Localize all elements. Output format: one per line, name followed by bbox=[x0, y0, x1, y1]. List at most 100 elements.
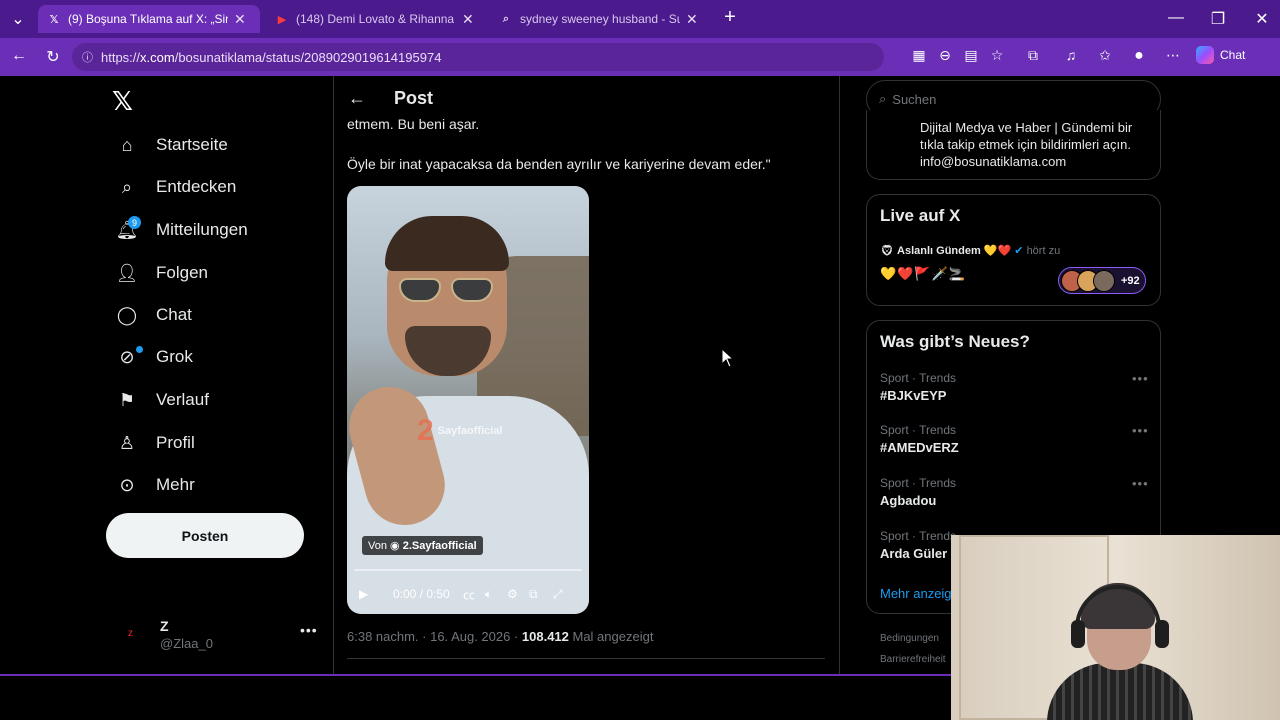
nav-label: Chat bbox=[156, 305, 192, 324]
play-icon[interactable]: ▶ bbox=[359, 587, 379, 601]
footer-link[interactable]: Bedingungen bbox=[880, 633, 939, 644]
watermark-text: Sayfaofficial bbox=[437, 425, 503, 437]
profile-bio: Dijital Medya ve Haber | Gündemi bir tık… bbox=[920, 120, 1133, 169]
listener-avatars[interactable]: +92 bbox=[1058, 267, 1146, 294]
tab-title: (148) Demi Lovato & Rihanna - St bbox=[296, 12, 456, 26]
apps-icon[interactable]: ▦ bbox=[908, 47, 930, 64]
close-tab-icon[interactable]: ✕ bbox=[462, 11, 474, 28]
back-icon[interactable]: ← bbox=[8, 47, 30, 65]
listener-count: +92 bbox=[1121, 274, 1140, 287]
video-controls: ▶ 0:00 / 0:50 ㏄ 🔈︎ ⚙ ⧉ ⤢ bbox=[347, 582, 589, 606]
headset-icon bbox=[1071, 620, 1085, 648]
trend-item[interactable]: Sport · Trends #AMEDvERZ ••• bbox=[880, 423, 1150, 455]
pip-icon[interactable]: ⧉ bbox=[529, 587, 553, 602]
close-tab-icon[interactable]: ✕ bbox=[686, 11, 698, 28]
listening-label: hört zu bbox=[1026, 245, 1061, 257]
trend-item[interactable]: Sport · Trends #BJKvEYP ••• bbox=[880, 371, 1150, 403]
nav-item-more[interactable]: ⊙ Mehr bbox=[116, 470, 194, 500]
nav-label: Folgen bbox=[156, 263, 208, 282]
back-arrow-icon[interactable]: ← bbox=[348, 88, 366, 109]
verified-icon: ✔ bbox=[1014, 245, 1024, 257]
close-window-icon[interactable]: ✕ bbox=[1252, 9, 1272, 29]
reload-icon[interactable]: ↻ bbox=[42, 47, 64, 67]
host-avatar-icon: 🦁︎ bbox=[880, 245, 894, 257]
trend-more-icon[interactable]: ••• bbox=[1132, 371, 1149, 386]
source-name: 2.Sayfaofficial bbox=[402, 540, 477, 552]
live-emojis: 💛❤️🚩🗡️🚬 bbox=[880, 266, 966, 281]
address-bar-row: ← ↻ ⓘ https://x.com/bosunatiklama/status… bbox=[0, 38, 1280, 76]
nav-item-follow[interactable]: 👤︎ Folgen bbox=[116, 258, 208, 288]
video-watermark: 2 Sayfaofficial bbox=[417, 414, 503, 448]
restore-icon[interactable]: ❐ bbox=[1208, 9, 1228, 29]
nav-item-grok[interactable]: ⊘ Grok bbox=[116, 342, 193, 372]
browser-tab-bar: ⌄ 𝕏 (9) Boşuna Tıklama auf X: „Sinan A ✕… bbox=[0, 0, 1280, 38]
account-handle: @Zlaa_0 bbox=[160, 636, 213, 651]
bookmark-icon: ⚑ bbox=[118, 389, 136, 410]
search-icon: ⌕ bbox=[121, 176, 133, 197]
settings-icon[interactable]: ⚙ bbox=[507, 587, 529, 601]
trend-name: Agbadou bbox=[880, 493, 937, 508]
zoom-icon[interactable]: ⊖ bbox=[934, 47, 956, 64]
account-name: Z bbox=[160, 618, 169, 634]
site-info-icon[interactable]: ⓘ bbox=[82, 49, 93, 65]
nav-item-profile[interactable]: ♙ Profil bbox=[116, 428, 195, 458]
trend-more-icon[interactable]: ••• bbox=[1132, 476, 1149, 491]
close-tab-icon[interactable]: ✕ bbox=[234, 11, 246, 28]
reader-icon[interactable]: ▤ bbox=[960, 47, 982, 64]
post-button[interactable]: Posten bbox=[106, 513, 304, 558]
profile-avatar-icon[interactable]: ● bbox=[1128, 47, 1150, 65]
new-tab-icon[interactable]: + bbox=[720, 6, 740, 29]
grok-icon: ⊘ bbox=[119, 346, 135, 367]
nav-label: Verlauf bbox=[156, 390, 209, 409]
nav-label: Profil bbox=[156, 433, 195, 452]
post-meta: 6:38 nachm. · 16. Aug. 2026 · 108.412 Ma… bbox=[347, 629, 653, 644]
video-source-label[interactable]: Von ◉ 2.Sayfaofficial bbox=[362, 536, 483, 555]
url-field[interactable]: ⓘ https://x.com/bosunatiklama/status/208… bbox=[72, 43, 884, 71]
fullscreen-icon[interactable]: ⤢ bbox=[553, 587, 573, 602]
tab-youtube[interactable]: ▶ (148) Demi Lovato & Rihanna - St ✕ bbox=[266, 5, 488, 33]
trend-category: Sport · Trends bbox=[880, 371, 957, 385]
volume-icon[interactable]: 🔈︎ bbox=[485, 587, 507, 602]
post-timestamp[interactable]: 6:38 nachm. · 16. Aug. 2026 · bbox=[347, 629, 522, 644]
search-placeholder: Suchen bbox=[892, 91, 937, 107]
nav-item-chat[interactable]: ◯ Chat bbox=[116, 300, 192, 330]
video-player[interactable]: 2 Sayfaofficial Von ◉ 2.Sayfaofficial ▶ … bbox=[347, 186, 589, 614]
account-more-icon[interactable]: ••• bbox=[300, 622, 318, 638]
trend-item[interactable]: Sport · Trends Agbadou ••• bbox=[880, 476, 1150, 508]
footer-link[interactable]: Barrierefreiheit bbox=[880, 654, 946, 665]
performance-icon[interactable]: ♫ bbox=[1060, 47, 1082, 63]
search-icon: ⌕ bbox=[879, 91, 887, 106]
grok-indicator-dot bbox=[136, 346, 143, 353]
video-progress-bar[interactable] bbox=[354, 569, 582, 571]
tab-title: (9) Boşuna Tıklama auf X: „Sinan A bbox=[68, 12, 228, 26]
x-logo-icon[interactable]: 𝕏 bbox=[112, 86, 133, 117]
copilot-chat-button[interactable]: Chat bbox=[1196, 46, 1245, 64]
extensions-icon[interactable]: ⧉ bbox=[1022, 47, 1044, 64]
captions-icon[interactable]: ㏄ bbox=[463, 586, 485, 603]
view-label: Mal angezeigt bbox=[568, 629, 654, 644]
trend-category: Sport · Trends bbox=[880, 476, 957, 490]
chat-icon: ◯ bbox=[116, 304, 138, 325]
avatar bbox=[1093, 269, 1115, 292]
nav-label: Mitteilungen bbox=[156, 220, 248, 239]
video-time: 0:00 / 0:50 bbox=[393, 587, 450, 601]
url-path: /bosunatiklama/status/208902901961419597… bbox=[174, 49, 442, 65]
favorite-star-icon[interactable]: ☆ bbox=[986, 47, 1008, 64]
menu-icon[interactable]: ⋯ bbox=[1162, 47, 1184, 64]
live-host-line[interactable]: 🦁︎ Aslanlı Gündem 💛❤️ ✔ hört zu bbox=[880, 244, 1060, 257]
show-more-link[interactable]: Mehr anzeig bbox=[880, 586, 952, 601]
trend-more-icon[interactable]: ••• bbox=[1132, 423, 1149, 438]
tab-x-post[interactable]: 𝕏 (9) Boşuna Tıklama auf X: „Sinan A ✕ bbox=[38, 5, 260, 33]
favorites-icon[interactable]: ✩ bbox=[1094, 47, 1116, 64]
tab-list-chevron-icon[interactable]: ⌄ bbox=[8, 9, 28, 29]
nav-item-bookmarks[interactable]: ⚑ Verlauf bbox=[116, 385, 209, 415]
nav-item-home[interactable]: ⌂ Startseite bbox=[116, 130, 228, 160]
post-text-line: etmem. Bu beni aşar. bbox=[347, 116, 480, 132]
minimize-icon[interactable]: — bbox=[1166, 9, 1186, 27]
tab-search[interactable]: ⌕ sydney sweeney husband - Suche ✕ bbox=[490, 5, 712, 33]
live-host-name: Aslanlı Gündem 💛❤️ bbox=[897, 245, 1012, 257]
profile-icon: ♙ bbox=[118, 432, 136, 453]
view-count: 108.412 bbox=[521, 629, 569, 644]
nav-item-explore[interactable]: ⌕ Entdecken bbox=[116, 172, 236, 202]
nav-label: Grok bbox=[156, 347, 193, 366]
